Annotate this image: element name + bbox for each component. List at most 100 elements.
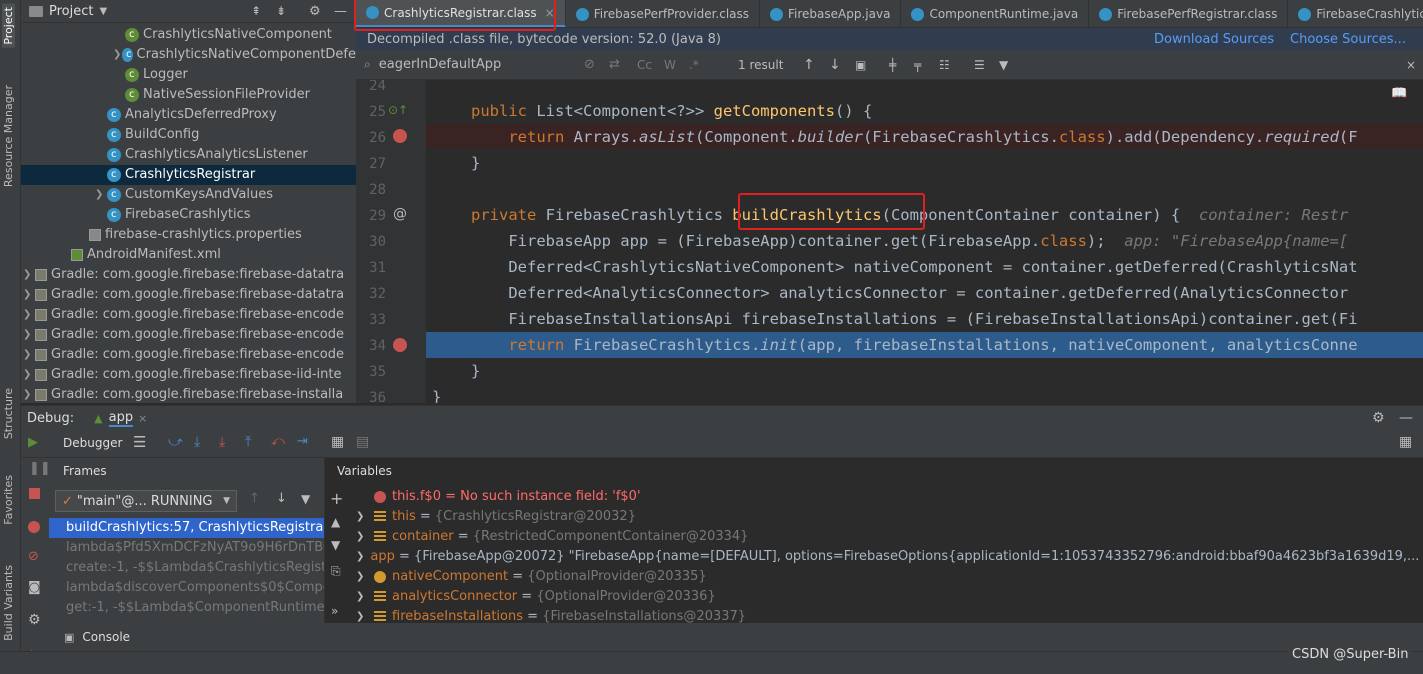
tree-item[interactable]: ❯ CustomKeysAndValues [21, 185, 356, 205]
remove-selection-icon[interactable]: ╤ [914, 58, 921, 72]
tree-item[interactable]: firebase-crashlytics.properties [21, 225, 356, 245]
step-over-icon[interactable]: ⤓ [194, 434, 200, 450]
chevron-right-icon[interactable]: ❯ [23, 365, 35, 385]
stop-icon[interactable] [29, 488, 40, 499]
breakpoint-icon[interactable] [393, 129, 407, 143]
select-all-occurrences-icon[interactable]: ▣ [855, 58, 866, 72]
tree-item[interactable]: ❯ Gradle: com.google.firebase:firebase-da… [21, 265, 356, 285]
tree-item[interactable]: Logger [21, 65, 356, 85]
thread-selector[interactable]: ✓ "main"@... RUNNING ▼ [55, 490, 237, 512]
chevron-right-icon[interactable]: ❯ [23, 285, 35, 305]
tree-item[interactable]: ❯ Gradle: com.google.firebase:firebase-en… [21, 325, 356, 345]
match-case-toggle[interactable]: Cc [637, 58, 652, 72]
code-editor[interactable]: 24 25 26 27 28 29 30 31 32 33 34 35 36 ⊙↑ @ 📖 public… [356, 80, 1423, 403]
project-tool-tab[interactable]: Project [2, 4, 15, 48]
chevron-right-icon[interactable]: ❯ [23, 325, 35, 345]
resume-icon[interactable]: ▶ [28, 435, 38, 450]
expand-icon[interactable]: ❯ [356, 587, 374, 607]
add-watch-icon[interactable]: + [330, 489, 343, 508]
chevron-down-icon[interactable]: ▼ [99, 6, 107, 17]
tree-item[interactable]: ❯ Gradle: com.google.firebase:firebase-en… [21, 345, 356, 365]
expand-icon[interactable]: ❯ [356, 547, 364, 567]
tree-item[interactable]: ❯ Gradle: com.google.firebase:firebase-in… [21, 385, 356, 403]
tree-item[interactable]: BuildConfig [21, 125, 356, 145]
stack-frame[interactable]: get:-1, -$$Lambda$ComponentRuntime$ [49, 598, 324, 618]
stack-frame[interactable]: lambda$discoverComponents$0$Compo [49, 578, 324, 598]
tree-item[interactable]: FirebaseCrashlytics [21, 205, 356, 225]
regex-toggle-icon[interactable]: ⇄ [609, 57, 620, 72]
variable-row[interactable]: ❯ nativeComponent = {OptionalProvider@203… [356, 567, 1423, 587]
debugger-tab[interactable]: Debugger [63, 436, 122, 450]
reader-mode-icon[interactable]: 📖 [1391, 86, 1407, 101]
pause-icon[interactable]: ❚❚ [29, 461, 51, 476]
tree-item[interactable]: ❯ Gradle: com.google.firebase:firebase-en… [21, 305, 356, 325]
breakpoint-icon[interactable] [393, 338, 407, 352]
drop-frame-icon[interactable]: ⤺ [271, 434, 285, 449]
variable-row[interactable]: ❯ container = {RestrictedComponentContain… [356, 527, 1423, 547]
add-selection-icon[interactable]: ╪ [889, 58, 896, 72]
step-into-icon[interactable]: ⤓ [219, 434, 225, 450]
tree-item[interactable]: CrashlyticsRegistrar [21, 165, 356, 185]
chevron-right-icon[interactable]: ❯ [23, 305, 35, 325]
editor-tab[interactable]: FirebasePerfRegistrar.class [1089, 0, 1289, 27]
expand-all-icon[interactable]: ⇟ [276, 4, 286, 18]
variable-row[interactable]: ❯ analyticsConnector = {OptionalProvider@… [356, 587, 1423, 607]
project-panel-title[interactable]: Project [49, 4, 93, 19]
tree-item[interactable]: CrashlyticsAnalyticsListener [21, 145, 356, 165]
gear-icon[interactable]: ⚙ [309, 4, 321, 19]
download-sources-link[interactable]: Download Sources [1154, 32, 1274, 47]
chevron-right-icon[interactable]: ❯ [95, 185, 107, 205]
tree-item[interactable]: ❯ Gradle: com.google.firebase:firebase-ii… [21, 365, 356, 385]
menu-icon[interactable]: ☰ [133, 433, 146, 451]
editor-tab[interactable]: FirebaseApp.java [760, 0, 902, 27]
settings-icon[interactable]: ⚙ [28, 612, 41, 628]
tree-item[interactable]: AndroidManifest.xml [21, 245, 356, 265]
chevron-right-icon[interactable]: ❯ [23, 345, 35, 365]
filter-icon[interactable]: ▼ [999, 58, 1008, 72]
chevron-right-icon[interactable]: ❯ [23, 385, 35, 403]
tree-item[interactable]: ❯ Gradle: com.google.firebase:firebase-da… [21, 285, 356, 305]
show-execution-point-icon[interactable]: ⤻ [168, 434, 183, 450]
stack-frame[interactable]: create:-1, -$$Lambda$CrashlyticsRegist [49, 558, 324, 578]
close-search-icon[interactable]: × [1406, 58, 1416, 72]
filter-icon[interactable]: ▼ [301, 492, 310, 506]
close-session-icon[interactable]: × [138, 412, 147, 425]
build-variants-tool-tab[interactable]: Build Variants [2, 565, 15, 641]
console-tab[interactable]: Console [82, 630, 130, 644]
expand-icon[interactable]: ❯ [356, 607, 374, 623]
tree-item[interactable]: CrashlyticsNativeComponent [21, 25, 356, 45]
down-arrow-icon[interactable]: ↓ [276, 491, 287, 506]
collapse-all-icon[interactable]: ⇞ [251, 4, 261, 18]
tree-item[interactable]: NativeSessionFileProvider [21, 85, 356, 105]
trace-icon[interactable]: ▤ [356, 434, 369, 450]
variable-row[interactable]: ❯ this = {CrashlyticsRegistrar@20032} [356, 507, 1423, 527]
tree-item[interactable]: AnalyticsDeferredProxy [21, 105, 356, 125]
regex-icon[interactable]: .* [689, 58, 699, 72]
step-out-icon[interactable]: ⤒ [245, 434, 251, 450]
camera-icon[interactable]: ◙ [28, 580, 41, 595]
favorites-tool-tab[interactable]: Favorites [2, 475, 15, 525]
stack-frame[interactable]: lambda$Pfd5XmDCFzNyAT9o9H6rDnTBO [49, 538, 324, 558]
mute-breakpoints-icon[interactable]: ⊘ [28, 549, 39, 564]
editor-tab[interactable]: ComponentRuntime.java [901, 0, 1090, 27]
copy-icon[interactable]: ⎘ [331, 564, 341, 579]
evaluate-expression-icon[interactable]: ▦ [331, 434, 344, 450]
expand-icon[interactable]: ❯ [356, 507, 374, 527]
search-input[interactable]: eagerInDefaultApp [379, 57, 502, 72]
editor-tab[interactable]: FirebasePerfProvider.class [566, 0, 761, 27]
hide-icon[interactable]: — [334, 4, 347, 19]
previous-occurrence-icon[interactable]: ↑ [803, 57, 815, 73]
clear-search-icon[interactable]: ⊘ [584, 57, 595, 72]
nav-up-icon[interactable]: ▲ [331, 515, 340, 529]
variable-row[interactable]: ❯ firebaseInstallations = {FirebaseInstal… [356, 607, 1423, 623]
variable-row[interactable]: ❯ app = {FirebaseApp@20072} "FirebaseApp{… [356, 547, 1423, 567]
run-to-cursor-icon[interactable]: ⇥ [297, 434, 308, 449]
expand-icon[interactable]: ❯ [356, 527, 374, 547]
chevron-right-icon[interactable]: ❯ [23, 265, 35, 285]
whole-word-toggle[interactable]: W [664, 58, 676, 72]
select-all-icon[interactable]: ☷ [939, 58, 950, 72]
editor-tab[interactable]: FirebaseCrashlytics. [1288, 0, 1423, 27]
expand-icon[interactable]: ❯ [356, 567, 374, 587]
gear-icon[interactable]: ⚙ [1372, 410, 1385, 426]
tree-item[interactable]: ❯ CrashlyticsNativeComponentDefe [21, 45, 356, 65]
